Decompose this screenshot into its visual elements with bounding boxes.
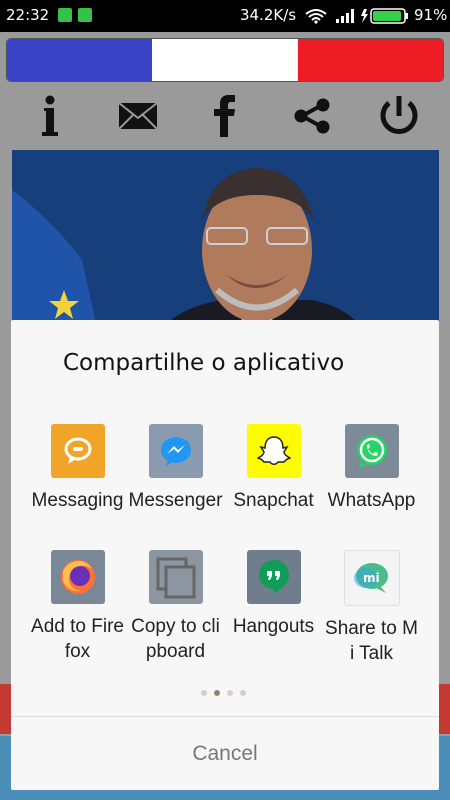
messenger-icon <box>148 424 203 478</box>
toolbar <box>0 86 450 146</box>
info-icon[interactable] <box>26 92 74 140</box>
pager-dot <box>227 690 233 696</box>
flag-stripe-blue <box>7 39 153 81</box>
hangouts-icon <box>246 550 301 604</box>
share-target-label: Copy to clipboard <box>131 616 220 662</box>
battery-icon <box>361 8 408 24</box>
share-sheet: Compartilhe o aplicativo Messaging Messe… <box>11 320 439 790</box>
share-target-label: Share to Mi Talk <box>325 618 418 664</box>
flag-stripe-white <box>152 39 298 81</box>
signal-icon <box>336 9 354 23</box>
flag-stripe-red <box>297 39 443 81</box>
share-target-label: Add to Firefox <box>31 616 124 662</box>
pager-dot <box>201 690 207 696</box>
share-target-label: Hangouts <box>232 616 315 637</box>
mitalk-icon: mi <box>343 550 400 606</box>
battery-percent: 91% <box>414 6 448 24</box>
pager-dot <box>240 690 246 696</box>
status-bar: 22:32 34.2K/s 91% <box>0 0 450 32</box>
wifi-icon <box>305 9 327 24</box>
share-target-messaging[interactable]: Messaging <box>29 424 126 513</box>
share-target-label: Messenger <box>128 490 223 511</box>
firefox-icon <box>50 550 105 604</box>
power-icon[interactable] <box>375 92 423 140</box>
facebook-icon[interactable] <box>201 92 249 140</box>
mail-icon[interactable] <box>114 92 162 140</box>
pager-dots <box>201 690 246 696</box>
android-icon <box>78 8 92 22</box>
share-sheet-title: Compartilhe o aplicativo <box>63 350 345 376</box>
cancel-button[interactable]: Cancel <box>11 717 439 790</box>
share-target-messenger[interactable]: Messenger <box>127 424 224 513</box>
share-target-hangouts[interactable]: Hangouts <box>225 550 322 639</box>
pager-dot-active <box>214 690 220 696</box>
clipboard-icon <box>148 550 203 604</box>
share-target-snapchat[interactable]: Snapchat <box>225 424 322 513</box>
share-target-clipboard[interactable]: Copy to clipboard <box>127 550 224 664</box>
messaging-icon <box>50 424 105 478</box>
share-target-label: WhatsApp <box>327 490 416 511</box>
sim-icon <box>58 8 72 22</box>
whatsapp-icon <box>344 424 399 478</box>
svg-text:mi: mi <box>363 571 380 585</box>
network-speed: 34.2K/s <box>240 6 297 24</box>
share-target-firefox[interactable]: Add to Firefox <box>29 550 126 664</box>
share-target-label: Snapchat <box>233 490 314 511</box>
flag-banner <box>6 38 444 82</box>
status-time: 22:32 <box>6 6 50 24</box>
share-icon[interactable] <box>288 92 336 140</box>
snapchat-icon <box>246 424 301 478</box>
share-target-label: Messaging <box>31 490 124 511</box>
share-target-whatsapp[interactable]: WhatsApp <box>323 424 420 513</box>
share-target-mi-talk[interactable]: mi Share to Mi Talk <box>323 550 420 666</box>
